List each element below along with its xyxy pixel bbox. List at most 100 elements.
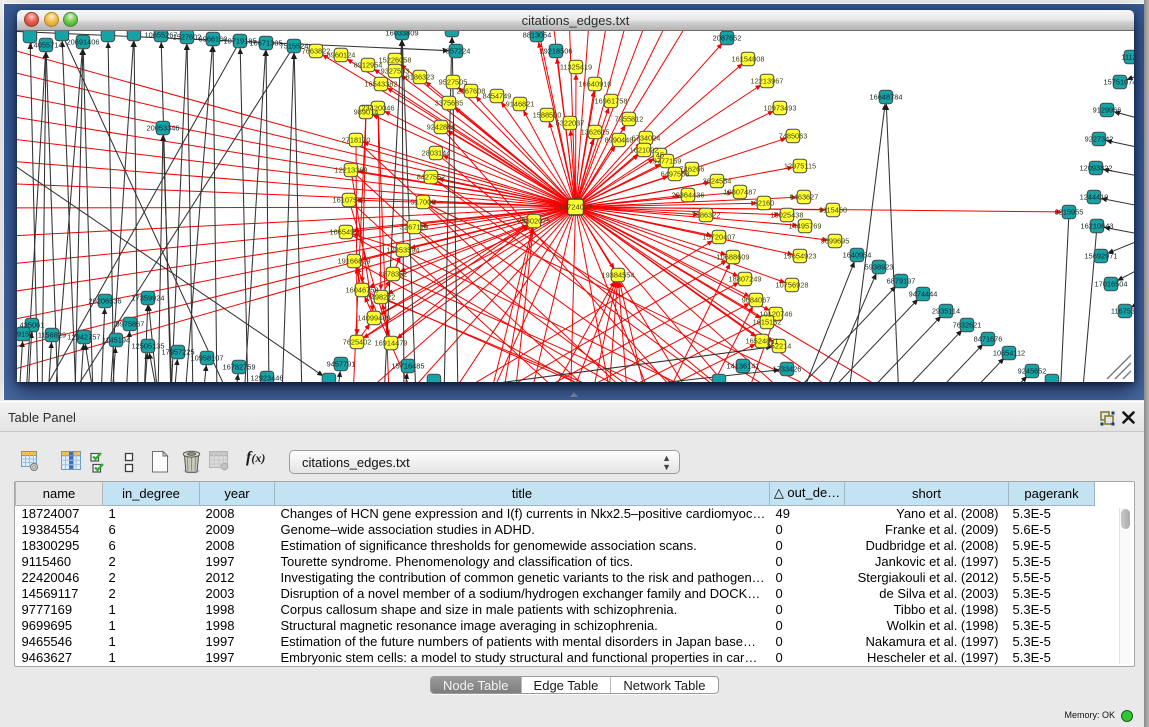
svg-text:746266: 746266: [680, 164, 705, 173]
svg-text:16654906: 16654906: [330, 227, 363, 236]
svg-text:5322037: 5322037: [556, 118, 585, 127]
svg-text:15720407: 15720407: [703, 232, 736, 241]
svg-text:15751074: 15751074: [1104, 77, 1134, 86]
svg-text:12942757: 12942757: [68, 332, 101, 341]
svg-text:2087652: 2087652: [713, 33, 742, 42]
svg-text:16782759: 16782759: [223, 362, 256, 371]
svg-text:10688609: 10688609: [717, 252, 750, 261]
svg-text:25302075: 25302075: [518, 216, 551, 225]
svg-text:7986322: 7986322: [692, 210, 721, 219]
svg-text:8990448: 8990448: [605, 135, 634, 144]
svg-text:1621022: 1621022: [630, 145, 659, 154]
svg-text:10958107: 10958107: [191, 353, 224, 362]
svg-text:12353594: 12353594: [387, 245, 420, 254]
svg-text:1527602: 1527602: [173, 32, 202, 41]
svg-text:16671385: 16671385: [250, 38, 283, 47]
svg-text:7632621: 7632621: [953, 320, 982, 329]
svg-text:19166829: 19166829: [338, 256, 371, 265]
svg-text:8498222: 8498222: [367, 292, 396, 301]
svg-text:10654112: 10654112: [993, 348, 1025, 357]
svg-text:19218506: 19218506: [540, 46, 573, 55]
svg-text:1167533: 1167533: [1111, 306, 1134, 315]
svg-text:3375685: 3375685: [435, 98, 464, 107]
svg-text:7625402: 7625402: [343, 337, 372, 346]
svg-text:18724007: 18724007: [559, 203, 593, 212]
svg-text:9245652: 9245652: [1018, 366, 1047, 375]
svg-text:8878352: 8878352: [379, 269, 408, 278]
svg-text:17957225: 17957225: [162, 347, 195, 356]
svg-text:16648784: 16648784: [870, 92, 903, 101]
svg-text:7955812: 7955812: [615, 114, 644, 123]
svg-text:8471676: 8471676: [974, 334, 1003, 343]
svg-text:5938923: 5938923: [865, 262, 894, 271]
svg-text:8813054: 8813054: [523, 31, 552, 39]
svg-text:9975867: 9975867: [116, 319, 145, 328]
svg-text:9474444: 9474444: [909, 289, 938, 298]
svg-text:16543382: 16543382: [365, 79, 398, 88]
svg-text:3267110: 3267110: [400, 222, 428, 231]
svg-text:8215955: 8215955: [1055, 207, 1084, 216]
svg-text:19384554: 19384554: [602, 270, 635, 279]
svg-text:16154808: 16154808: [732, 54, 765, 63]
svg-text:1733426: 1733426: [773, 364, 802, 373]
svg-text:9129966: 9129966: [1093, 105, 1122, 114]
svg-text:2803144: 2803144: [422, 148, 451, 157]
svg-text:12093822: 12093822: [1080, 163, 1113, 172]
svg-text:16914479: 16914479: [375, 338, 408, 347]
svg-text:62160: 62160: [754, 198, 775, 207]
svg-text:12213369: 12213369: [335, 165, 368, 174]
svg-text:16210643: 16210643: [1081, 221, 1114, 230]
svg-text:1640954: 1640954: [843, 250, 872, 259]
svg-text:10025438: 10025438: [771, 210, 804, 219]
svg-text:9084067: 9084067: [742, 295, 771, 304]
svg-text:1145194: 1145194: [102, 335, 130, 344]
svg-text:9115460: 9115460: [819, 205, 847, 214]
svg-text:7357224: 7357224: [442, 46, 471, 55]
svg-text:12505135: 12505135: [132, 341, 165, 350]
svg-text:20206536: 20206536: [89, 296, 122, 305]
svg-text:1615132: 1615132: [753, 317, 782, 326]
svg-text:11325419: 11325419: [560, 62, 592, 71]
svg-text:16640910: 16640910: [579, 79, 612, 88]
svg-text:10807487: 10807487: [724, 187, 757, 196]
svg-text:9242848: 9242848: [427, 122, 456, 131]
svg-text:917006: 917006: [411, 197, 436, 206]
svg-text:12975115: 12975115: [784, 161, 816, 170]
svg-text:9699695: 9699695: [821, 236, 850, 245]
svg-text:9777169: 9777169: [653, 156, 682, 165]
svg-text:16107553: 16107553: [333, 195, 366, 204]
svg-text:2935114: 2935114: [932, 306, 960, 315]
svg-text:8427552: 8427552: [417, 172, 446, 181]
svg-text:9463627: 9463627: [790, 192, 819, 201]
svg-text:15716485: 15716485: [392, 361, 425, 370]
svg-text:9146821: 9146821: [506, 99, 535, 108]
svg-text:1244419: 1244419: [1080, 192, 1109, 201]
svg-text:10973493: 10973493: [764, 103, 797, 112]
svg-text:10756928: 10756928: [776, 280, 809, 289]
svg-text:9227342: 9227342: [1085, 134, 1114, 143]
svg-text:435061: 435061: [20, 320, 45, 329]
svg-text:14099489: 14099489: [358, 313, 391, 322]
svg-text:14495769: 14495769: [789, 221, 822, 230]
svg-text:14136141: 14136141: [727, 361, 760, 370]
svg-text:252214: 252214: [767, 341, 792, 350]
svg-text:17016504: 17016504: [1095, 279, 1128, 288]
svg-text:7485063: 7485063: [779, 131, 808, 140]
svg-text:3624554: 3624554: [703, 176, 732, 185]
svg-text:6734024: 6734024: [632, 133, 661, 142]
svg-text:9457791: 9457791: [327, 359, 356, 368]
svg-text:12923446: 12923446: [251, 373, 284, 382]
svg-text:12213967: 12213967: [751, 76, 784, 85]
svg-text:1156829: 1156829: [38, 330, 66, 339]
svg-text:20364436: 20364436: [672, 190, 705, 199]
svg-text:20691406: 20691406: [67, 37, 100, 46]
svg-text:39159: 39159: [17, 329, 33, 338]
svg-text:14055714: 14055714: [30, 40, 63, 49]
svg-text:15226058: 15226058: [379, 55, 412, 64]
svg-text:6879197: 6879197: [887, 276, 916, 285]
svg-text:11121: 11121: [1121, 52, 1134, 61]
svg-text:9527505: 9527505: [439, 77, 468, 86]
svg-text:18807249: 18807249: [729, 274, 762, 283]
svg-text:2718170: 2718170: [342, 135, 371, 144]
svg-text:8186323: 8186323: [406, 72, 435, 81]
